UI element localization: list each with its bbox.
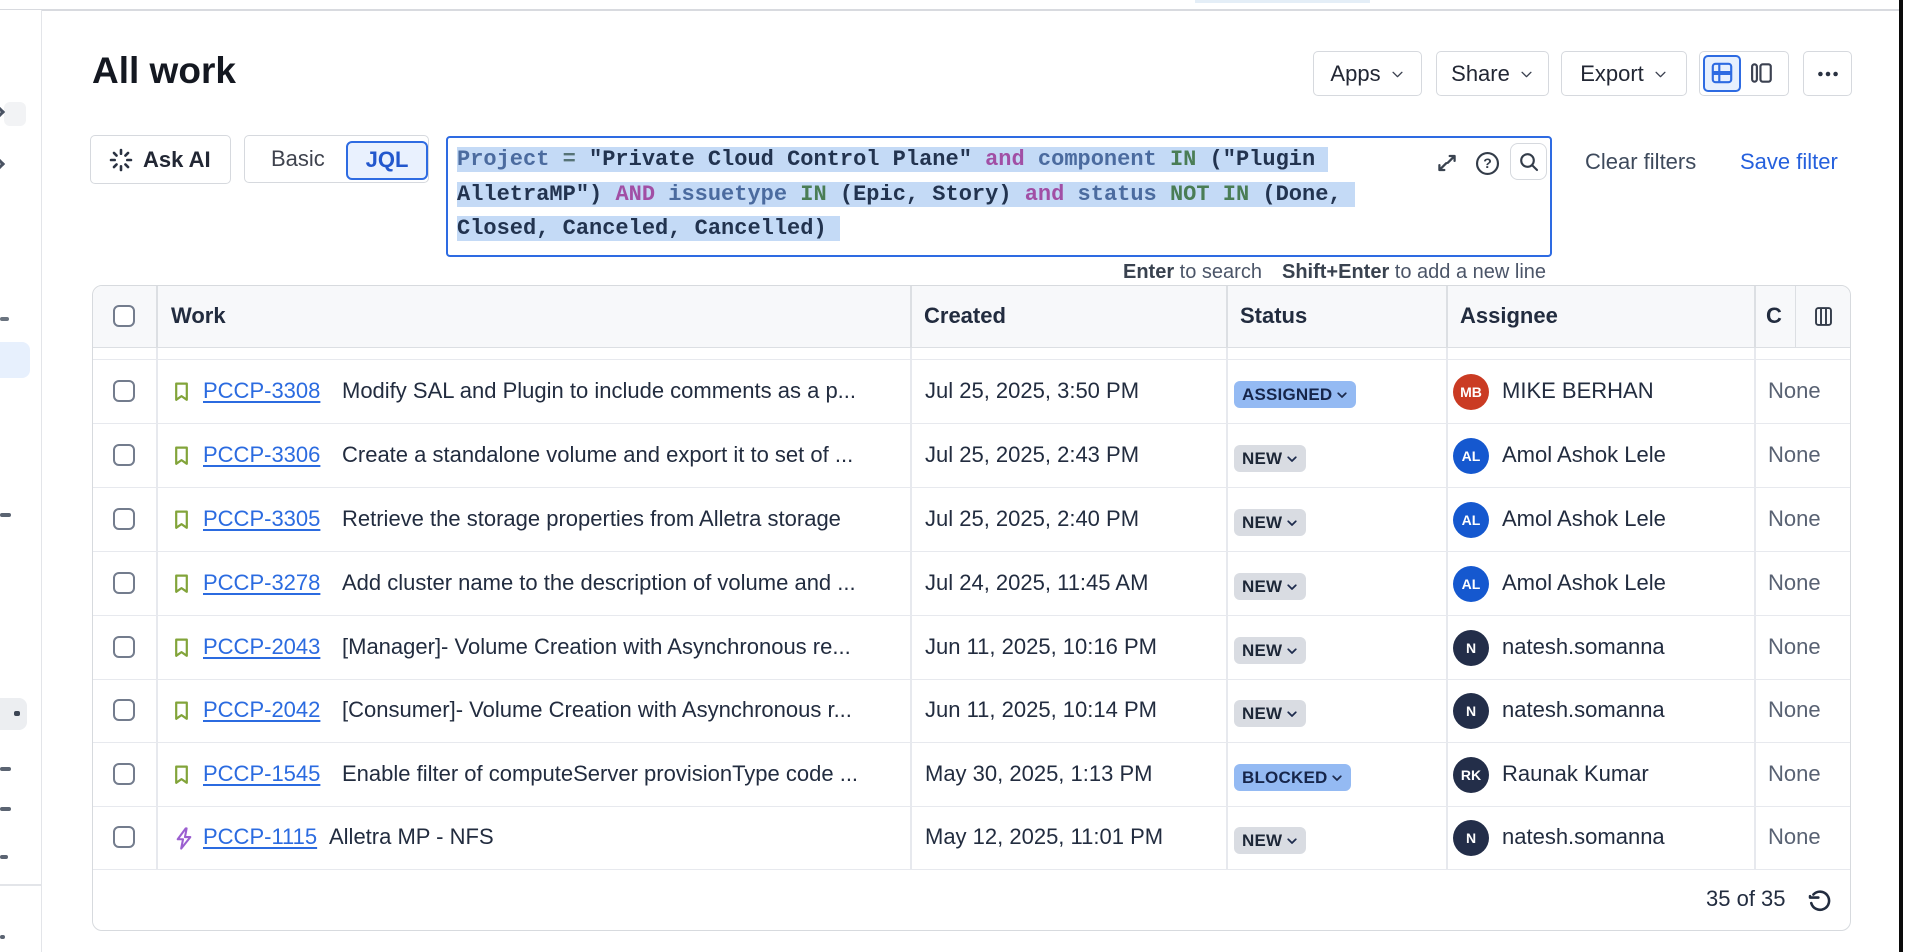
svg-text:?: ? (1483, 155, 1492, 171)
